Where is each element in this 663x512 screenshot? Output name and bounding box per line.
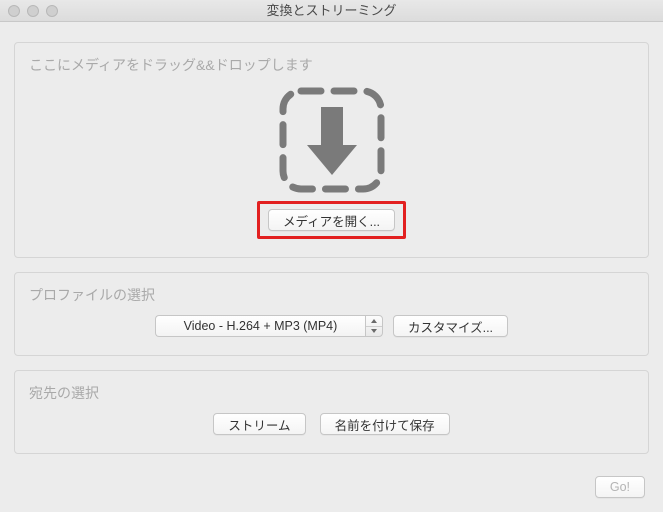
drop-target-icon	[277, 85, 387, 195]
open-media-button[interactable]: メディアを開く...	[268, 209, 395, 231]
profile-selected-value: Video - H.264 + MP3 (MP4)	[155, 315, 365, 337]
destination-group: 宛先の選択 ストリーム 名前を付けて保存	[14, 370, 649, 454]
drop-media-group: ここにメディアをドラッグ&&ドロップします メディアを開く...	[14, 42, 649, 258]
profile-title: プロファイルの選択	[29, 285, 634, 305]
save-as-button[interactable]: 名前を付けて保存	[320, 413, 450, 435]
minimize-window-icon[interactable]	[27, 5, 39, 17]
zoom-window-icon[interactable]	[46, 5, 58, 17]
chevron-down-icon	[366, 327, 382, 337]
profile-select[interactable]: Video - H.264 + MP3 (MP4)	[155, 315, 383, 337]
customize-button[interactable]: カスタマイズ...	[393, 315, 508, 337]
content-area: ここにメディアをドラッグ&&ドロップします メディアを開く... プロファイルの…	[0, 22, 663, 482]
close-window-icon[interactable]	[8, 5, 20, 17]
drop-media-title: ここにメディアをドラッグ&&ドロップします	[29, 55, 634, 75]
stream-button[interactable]: ストリーム	[213, 413, 305, 435]
chevron-up-icon	[366, 316, 382, 327]
drop-zone[interactable]: メディアを開く...	[29, 85, 634, 239]
open-media-highlight: メディアを開く...	[257, 201, 406, 239]
window-title: 変換とストリーミング	[266, 3, 396, 18]
traffic-lights	[8, 5, 58, 17]
profile-group: プロファイルの選択 Video - H.264 + MP3 (MP4) カスタマ…	[14, 272, 649, 356]
destination-title: 宛先の選択	[29, 383, 634, 403]
footer: Go!	[595, 476, 645, 498]
go-button[interactable]: Go!	[595, 476, 645, 498]
profile-stepper[interactable]	[365, 315, 383, 337]
titlebar: 変換とストリーミング	[0, 0, 663, 22]
